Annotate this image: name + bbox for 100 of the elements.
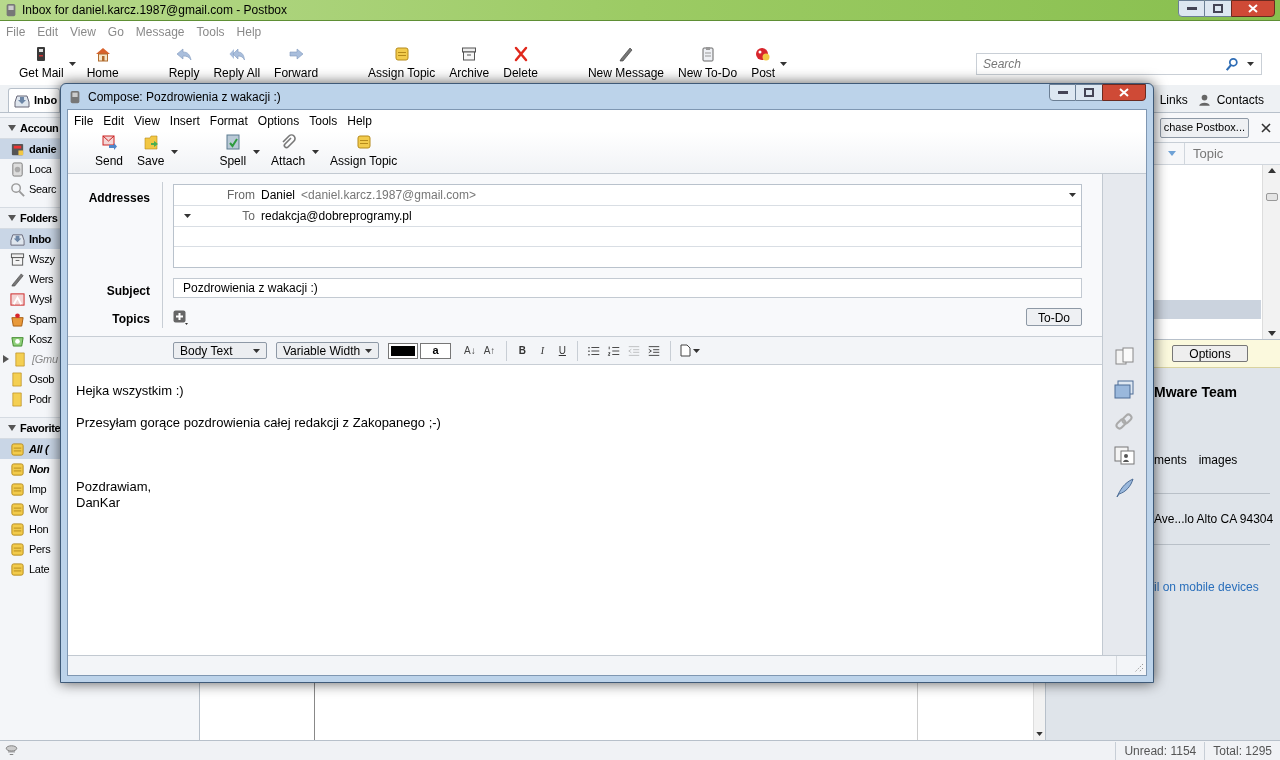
toolbar-button[interactable]: Delete [500, 45, 541, 82]
resize-grip-icon[interactable] [1134, 663, 1144, 673]
menu-item[interactable]: Message [135, 22, 185, 41]
section-header[interactable]: Accoun [20, 119, 59, 137]
mobile-link[interactable]: il on mobile devices [1154, 578, 1270, 596]
close-button[interactable] [1231, 0, 1275, 17]
menu-item[interactable]: Tools [196, 22, 225, 41]
menu-item[interactable]: Options [257, 111, 300, 130]
sidebar-item[interactable]: All ( [0, 439, 60, 459]
menu-item[interactable]: Go [107, 22, 124, 41]
toolbar-button[interactable]: New Message [584, 45, 667, 82]
menu-item[interactable]: Insert [169, 111, 200, 130]
search-icon [1225, 56, 1239, 71]
sidebar-item[interactable]: Late [0, 559, 60, 579]
toolbar-button[interactable]: Reply All [210, 45, 264, 82]
expander-icon [8, 215, 16, 221]
sidebar-item[interactable]: Wysł [0, 289, 60, 309]
scroll-down-icon[interactable] [1267, 331, 1276, 336]
toolbar-button[interactable]: New To-Do [675, 45, 741, 82]
text-style-button[interactable]: I [536, 343, 549, 358]
toolbar-link[interactable]: Contacts [1197, 91, 1264, 109]
close-icon[interactable] [1261, 122, 1271, 133]
menu-item[interactable]: Help [236, 22, 262, 41]
toolbar-button[interactable]: Reply [165, 45, 203, 82]
sidebar-item[interactable]: Imp [0, 479, 60, 499]
menu-item[interactable]: Format [209, 111, 248, 130]
close-button[interactable] [1102, 84, 1146, 101]
search-field[interactable]: Search [976, 52, 1262, 75]
menu-item[interactable]: Help [347, 111, 372, 130]
sidebar-item[interactable]: Loca [0, 159, 60, 179]
tab[interactable]: Inbo [8, 88, 60, 112]
quill-icon[interactable] [1114, 478, 1135, 499]
sidebar-item[interactable]: Wszy [0, 249, 60, 269]
toolbar-button[interactable]: Assign Topic [327, 134, 401, 170]
scroll-up-icon[interactable] [1267, 168, 1276, 173]
sidebar-item[interactable]: Searc [0, 179, 60, 199]
toolbar-link[interactable]: Links [1159, 91, 1188, 109]
maximize-button[interactable] [1205, 0, 1231, 17]
font-dropdown[interactable]: Variable Width [276, 342, 379, 359]
text-style-button[interactable]: B [516, 343, 529, 358]
menu-item[interactable]: Edit [103, 111, 125, 130]
recipient-field[interactable]: redakcja@dobreprogramy.pl [261, 206, 412, 225]
menu-item[interactable]: View [134, 111, 160, 130]
menu-item[interactable]: File [6, 22, 26, 41]
recipient-type[interactable]: To [191, 206, 255, 225]
scroll-thumb[interactable] [1265, 193, 1278, 201]
page-icon[interactable] [680, 344, 692, 357]
toolbar-button[interactable]: Attach [268, 134, 309, 170]
indent-button[interactable] [647, 343, 662, 358]
sidebar-item[interactable]: Podr [0, 389, 60, 409]
sidebar-item[interactable]: Osob [0, 369, 60, 389]
toolbar-button[interactable]: Post [748, 45, 779, 82]
scrollbar[interactable] [1262, 165, 1280, 339]
sidebar-item[interactable]: Inbo [0, 229, 60, 249]
menu-item[interactable]: File [74, 111, 94, 130]
text-color-swatch[interactable] [388, 342, 418, 359]
menu-item[interactable]: Tools [309, 111, 338, 130]
toolbar-button[interactable]: Save [134, 134, 168, 170]
contact-cards-icon[interactable] [1114, 445, 1135, 466]
toolbar-button[interactable]: Archive [446, 45, 493, 82]
toolbar-button[interactable]: Assign Topic [365, 45, 439, 82]
toolbar-button[interactable]: Get Mail [16, 45, 67, 82]
section-header[interactable]: Favorite [20, 419, 61, 437]
maximize-button[interactable] [1076, 84, 1102, 101]
minimize-button[interactable] [1049, 84, 1076, 101]
sidebar-item[interactable]: Non [0, 459, 60, 479]
sender-name[interactable]: Daniel [261, 185, 296, 204]
body-text: Przesyłam gorące pozdrowienia całej redakcji z Zakopanego ;-) [76, 415, 441, 431]
font-size-button[interactable]: A↑ [481, 343, 498, 358]
sidebar-item[interactable]: Spam [0, 309, 60, 329]
subject-field[interactable]: Pozdrowienia z wakacji :) [173, 278, 1082, 298]
menu-item[interactable]: View [70, 22, 96, 41]
sidebar-item[interactable]: Pers [0, 539, 60, 559]
options-button[interactable]: Options [1172, 345, 1248, 362]
text-style-button[interactable]: U [556, 343, 569, 358]
toolbar-button[interactable]: Send [92, 134, 127, 170]
paragraph-style-dropdown[interactable]: Body Text [173, 342, 267, 359]
minimize-button[interactable] [1178, 0, 1205, 17]
sidebar-item[interactable]: Wor [0, 499, 60, 519]
scroll-down-icon[interactable] [1036, 732, 1043, 736]
sidebar-item[interactable]: danie [0, 139, 60, 159]
toolbar-button[interactable]: Spell [216, 134, 250, 170]
sidebar-item[interactable]: Hon [0, 519, 60, 539]
sidebar-item[interactable]: Wers [0, 269, 60, 289]
menu-item[interactable]: Edit [37, 22, 59, 41]
font-size-button[interactable]: A↓ [462, 343, 478, 358]
column-header[interactable]: Topic [1184, 143, 1280, 164]
add-topic-icon[interactable] [173, 309, 188, 325]
caret-icon [253, 150, 261, 154]
todo-button[interactable]: To-Do [1026, 308, 1082, 326]
sender-address[interactable]: <daniel.karcz.1987@gmail.com> [301, 185, 476, 204]
sidebar-item[interactable]: Kosz [0, 329, 60, 349]
windows-icon[interactable] [1114, 379, 1135, 400]
purchase-button[interactable]: chase Postbox... [1159, 117, 1249, 138]
toolbar-button[interactable]: Forward [271, 45, 322, 82]
outdent-icon [627, 343, 642, 358]
section-header[interactable]: Folders [20, 209, 58, 227]
background-color-button[interactable]: a [420, 342, 451, 359]
archive-box-icon [10, 251, 25, 267]
toolbar-button[interactable]: Home [83, 45, 122, 82]
